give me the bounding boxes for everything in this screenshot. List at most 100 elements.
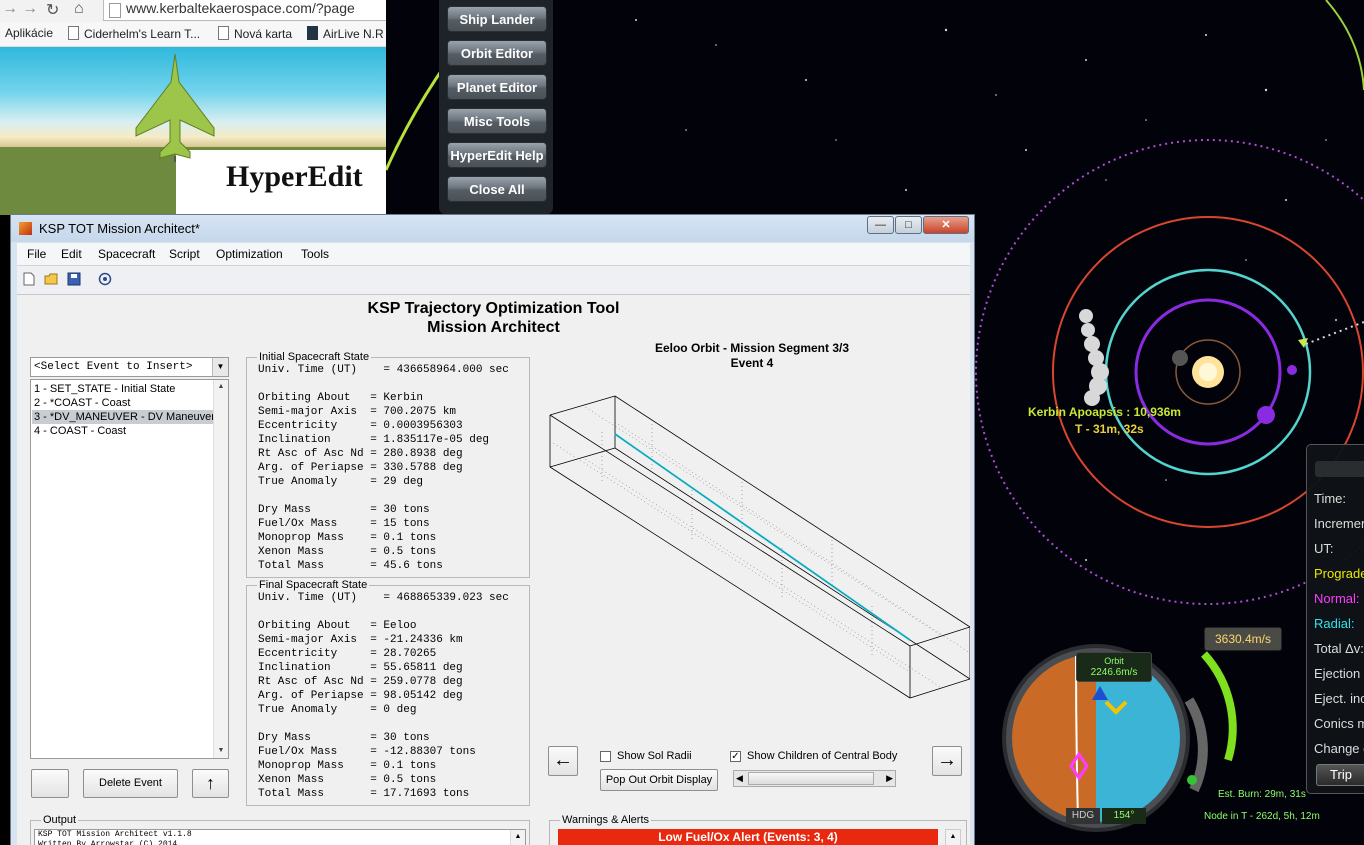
close-all-button[interactable]: Close All [447,176,547,202]
mnv-ut-label: UT: [1314,541,1334,556]
title-bar[interactable]: KSP TOT Mission Architect* — □ ✕ [11,215,974,242]
new-file-icon[interactable] [22,272,36,286]
airlive-icon [307,26,318,40]
misc-tools-button[interactable]: Misc Tools [447,108,547,134]
bookmark-ciderhelm[interactable]: Ciderhelm's Learn T... [68,26,200,41]
event-list-scrollbar[interactable]: ▲ ▼ [213,380,228,758]
event-type-select[interactable]: <Select Event to Insert> ▼ [30,357,229,377]
maximize-button[interactable]: □ [895,216,922,234]
output-textbox[interactable]: KSP TOT Mission Architect v1.1.8 Written… [34,829,526,845]
fuel-alert: Low Fuel/Ox Alert (Events: 3, 4) [558,829,938,845]
list-item[interactable]: 3 - *DV_MANEUVER - DV Maneuver [32,410,215,424]
close-button[interactable]: ✕ [923,216,969,234]
speed-value: 2246.6m/s [1090,667,1138,678]
orbit-editor-button[interactable]: Orbit Editor [447,40,547,66]
open-folder-icon[interactable] [44,272,58,286]
next-segment-button[interactable]: → [932,746,962,776]
menu-spacecraft[interactable]: Spacecraft [98,247,155,261]
mnv-ejection-label: Ejection [1314,666,1361,681]
show-children-checkbox[interactable]: ✓ [730,751,741,762]
prev-segment-button[interactable]: ← [548,746,578,776]
menu-file[interactable]: File [27,247,46,261]
move-event-up-button[interactable]: ↑ [192,769,229,798]
mission-architect-window: KSP TOT Mission Architect* — □ ✕ File Ed… [10,214,975,845]
blank-button[interactable] [31,769,69,798]
show-children-label: Show Children of Central Body [747,750,898,762]
menu-tools[interactable]: Tools [301,247,329,261]
delete-event-button[interactable]: Delete Event [83,769,178,798]
browser-window: → → ↻ ⌂ www.kerbaltekaerospace.com/?page… [0,0,386,215]
pop-out-orbit-button[interactable]: Pop Out Orbit Display [600,769,718,791]
back-arrow-icon[interactable]: → [2,0,18,18]
mnv-increment-label: Increment [1314,516,1364,531]
menu-edit[interactable]: Edit [61,247,82,261]
bookmark-apps[interactable]: Aplikácie [5,26,53,40]
map-apoapsis-label: Kerbin Apoapsis : 10,936m [1028,405,1181,419]
speed-display[interactable]: Orbit 2246.6m/s [1076,652,1152,682]
est-burn-readout: Est. Burn: 29m, 31s [1218,789,1306,800]
show-sol-radii-checkbox[interactable] [600,751,611,762]
list-item[interactable]: 4 - COAST - Coast [32,424,214,438]
hyperedit-help-button[interactable]: HyperEdit Help [447,142,547,168]
scroll-up-icon[interactable]: ▲ [945,829,961,845]
window-client: File Edit Spacecraft Script Optimization… [17,243,970,845]
app-subtitle: Mission Architect [427,319,560,336]
minimize-button[interactable]: — [867,216,894,234]
planet-editor-button[interactable]: Planet Editor [447,74,547,100]
mnv-eject-inc-label: Eject. inc [1314,691,1364,706]
panel-tab[interactable] [1315,461,1364,477]
initial-orbit-elements: Orbiting About = Kerbin Semi-major Axis … [258,392,490,488]
slider-right-icon[interactable]: ▶ [886,771,893,786]
save-icon[interactable] [67,272,81,286]
speed-mode-label: Orbit [1104,656,1124,666]
initial-univ-time: Univ. Time (UT) = 436658964.000 sec [258,364,509,376]
main-panel: KSP Trajectory Optimization Tool Mission… [17,295,970,845]
plot-subtitle: Event 4 [730,356,774,370]
final-orbit-elements: Orbiting About = Eeloo Semi-major Axis =… [258,620,463,716]
mnv-total-dv-label: Total Δv: [1314,641,1364,656]
slider-left-icon[interactable]: ◀ [736,771,743,786]
final-masses: Dry Mass = 30 tons Fuel/Ox Mass = -12.88… [258,732,476,800]
app-title: KSP Trajectory Optimization Tool [367,300,620,317]
list-item[interactable]: 2 - *COAST - Coast [32,396,214,410]
page-icon [68,26,79,40]
chevron-down-icon[interactable]: ▼ [212,358,228,376]
scroll-up-icon[interactable]: ▲ [214,380,228,394]
menu-optimization[interactable]: Optimization [216,247,283,261]
url-text: www.kerbaltekaerospace.com/?page [126,0,355,16]
bookmark-airlive[interactable]: AirLive N.R [307,26,384,41]
mnv-prograde-label: Prograde [1314,566,1364,581]
browser-toolbar: → → ↻ ⌂ www.kerbaltekaerospace.com/?page [0,0,386,22]
orbit-plot[interactable] [542,390,970,710]
hdg-value: 154° [1102,808,1146,824]
forward-arrow-icon[interactable]: → [22,0,38,18]
map-time-label: T - 31m, 32s [1075,422,1144,436]
mnv-radial-label: Radial: [1314,616,1355,631]
scroll-down-icon[interactable]: ▼ [214,744,228,758]
show-sol-radii-label: Show Sol Radii [617,750,692,762]
bookmarks-bar: Aplikácie Ciderhelm's Learn T... Nová ka… [0,22,386,47]
menu-script[interactable]: Script [169,247,200,261]
mnv-conics-label: Conics m [1314,716,1364,731]
reload-icon[interactable]: ↻ [46,0,59,20]
event-type-value: <Select Event to Insert> [34,361,193,373]
slider-thumb[interactable] [748,772,874,785]
segment-slider[interactable]: ◀ ▶ [733,770,896,787]
toolbar [17,266,970,295]
home-icon[interactable]: ⌂ [74,0,84,18]
trip-button[interactable]: Trip [1316,764,1364,786]
ship-lander-button[interactable]: Ship Lander [447,6,547,32]
scroll-up-icon[interactable]: ▲ [510,830,525,845]
event-list[interactable]: 1 - SET_STATE - Initial State 2 - *COAST… [30,379,229,759]
refresh-icon[interactable] [98,272,112,286]
page-heading: HyperEdit [226,160,363,193]
bookmark-new-tab[interactable]: Nová karta [218,26,292,41]
plot-title: Eeloo Orbit - Mission Segment 3/3 [654,341,850,355]
mnv-time-label: Time: [1314,491,1347,506]
page-icon [218,26,229,40]
list-item[interactable]: 1 - SET_STATE - Initial State [32,382,214,396]
hdg-label: HDG [1066,808,1100,824]
plane-logo-icon [135,53,215,162]
menu-bar: File Edit Spacecraft Script Optimization… [17,243,970,266]
address-bar[interactable]: www.kerbaltekaerospace.com/?page [103,0,386,21]
